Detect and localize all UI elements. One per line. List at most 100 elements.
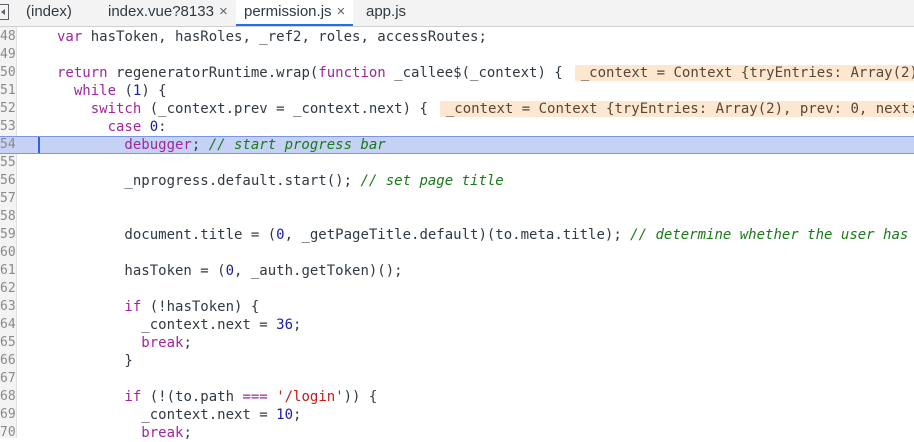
line-number[interactable]: 66: [0, 352, 16, 370]
tab-label: (index): [26, 3, 72, 20]
code-token: (!(to.path: [141, 389, 243, 405]
code-line[interactable]: 56 _nprogress.default.start(); // set pa…: [0, 172, 914, 190]
code-line[interactable]: 69 _context.next = 10;: [0, 406, 914, 424]
code-line[interactable]: 64 _context.next = 36;: [0, 316, 914, 334]
line-number[interactable]: 69: [0, 406, 16, 424]
code-line[interactable]: 68 if (!(to.path === '/login')) {: [0, 388, 914, 406]
code-token: while: [57, 83, 117, 99]
code-token: 0: [149, 119, 159, 135]
close-icon[interactable]: ×: [337, 3, 346, 20]
line-number[interactable]: 57: [0, 190, 16, 208]
code-line[interactable]: 57: [0, 190, 914, 208]
code-line[interactable]: 67: [0, 370, 914, 388]
tab-app-js[interactable]: app.js: [366, 0, 406, 26]
inline-variable-value[interactable]: _context = Context {tryEntries: Array(2)…: [574, 65, 914, 81]
code-token: break: [57, 335, 184, 351]
code-token: }: [57, 353, 133, 369]
code-line[interactable]: 63 if (!hasToken) {: [0, 298, 914, 316]
code-line[interactable]: 62: [0, 280, 914, 298]
code-token: // start progress bar: [208, 137, 386, 153]
code-token: var: [57, 29, 83, 45]
line-number[interactable]: 64: [0, 316, 16, 334]
code-token: ===: [242, 389, 268, 405]
code-line[interactable]: 53 case 0:: [0, 118, 914, 136]
line-number[interactable]: 60: [0, 244, 16, 262]
code-text: if (!(to.path === '/login')) {: [57, 388, 377, 406]
line-number[interactable]: 61: [0, 262, 16, 280]
line-number[interactable]: 53: [0, 118, 16, 136]
code-token: _callee$(_context) {: [385, 65, 563, 81]
code-token: ;: [183, 425, 192, 441]
line-number[interactable]: 62: [0, 280, 16, 298]
code-token: _context.next =: [57, 317, 277, 333]
code-token: hasToken = (: [57, 263, 226, 279]
editor-tab-bar: (index) index.vue?8133 × permission.js × a…: [0, 0, 914, 27]
code-token: hasToken, hasRoles, _ref2, roles, access…: [82, 29, 487, 45]
code-text: case 0:: [57, 118, 167, 136]
tab-index[interactable]: (index): [26, 0, 72, 26]
code-text: while (1) {: [57, 82, 167, 100]
code-line[interactable]: 60: [0, 244, 914, 262]
tab-label: app.js: [366, 3, 407, 20]
line-number[interactable]: 49: [0, 46, 16, 64]
inline-variable-value[interactable]: _context = Context {tryEntries: Array(2)…: [439, 101, 914, 117]
line-number[interactable]: 52: [0, 100, 16, 118]
line-number[interactable]: 54: [0, 137, 16, 153]
tab-label: index.vue?8133: [108, 3, 214, 20]
code-line[interactable]: 58: [0, 208, 914, 226]
code-line[interactable]: 55: [0, 154, 914, 172]
code-line[interactable]: 61 hasToken = (0, _auth.getToken)();: [0, 262, 914, 280]
code-token: (!hasToken) {: [141, 299, 260, 315]
code-text: return regeneratorRuntime.wrap(function …: [57, 64, 914, 82]
code-line[interactable]: 70 break;: [0, 424, 914, 442]
code-token: function: [318, 65, 386, 81]
code-token: ) {: [141, 83, 167, 99]
code-token: ;: [183, 335, 192, 351]
code-line[interactable]: 52 switch (_context.prev = _context.next…: [0, 100, 914, 118]
code-token: // set page title: [360, 173, 504, 189]
code-token: regeneratorRuntime.wrap(: [107, 65, 319, 81]
code-line[interactable]: 50 return regeneratorRuntime.wrap(functio…: [0, 64, 914, 82]
code-line[interactable]: 48 var hasToken, hasRoles, _ref2, roles, …: [0, 28, 914, 46]
code-token: break: [57, 425, 184, 441]
line-number[interactable]: 67: [0, 370, 16, 388]
line-number[interactable]: 48: [0, 28, 16, 46]
tab-index-vue[interactable]: index.vue?8133 ×: [108, 0, 228, 26]
code-token: '/login': [276, 389, 344, 405]
line-number[interactable]: 65: [0, 334, 16, 352]
code-token: if: [57, 389, 142, 405]
line-number[interactable]: 70: [0, 424, 16, 442]
code-line[interactable]: 49: [0, 46, 914, 64]
line-number[interactable]: 68: [0, 388, 16, 406]
line-number[interactable]: 58: [0, 208, 16, 226]
code-text: document.title = (0, _getPageTitle.defau…: [57, 226, 914, 244]
code-token: document.title = (: [57, 227, 277, 243]
line-number[interactable]: 59: [0, 226, 16, 244]
code-text: hasToken = (0, _auth.getToken)();: [57, 262, 402, 280]
code-line[interactable]: 59 document.title = (0, _getPageTitle.de…: [0, 226, 914, 244]
code-token: _context.next =: [57, 407, 277, 423]
line-number[interactable]: 51: [0, 82, 16, 100]
line-number[interactable]: 50: [0, 64, 16, 82]
toggle-navigator-icon[interactable]: [0, 4, 9, 20]
code-line[interactable]: 66 }: [0, 352, 914, 370]
code-text: debugger; // start progress bar: [57, 137, 386, 153]
line-number[interactable]: 55: [0, 154, 16, 172]
code-token: 10: [276, 407, 294, 423]
code-token: ;: [191, 137, 209, 153]
code-token: debugger: [57, 137, 192, 153]
current-execution-line[interactable]: 54 debugger; // start progress bar: [0, 136, 914, 154]
code-token: (_context.prev = _context.next) {: [141, 101, 428, 117]
code-line[interactable]: 65 break;: [0, 334, 914, 352]
tab-permission-js[interactable]: permission.js ×: [236, 0, 354, 26]
code-text: switch (_context.prev = _context.next) {…: [57, 100, 914, 118]
code-text: _context.next = 36;: [57, 316, 301, 334]
close-icon[interactable]: ×: [219, 3, 228, 20]
code-line[interactable]: 51 while (1) {: [0, 82, 914, 100]
tab-label: permission.js: [244, 3, 332, 20]
line-number[interactable]: 56: [0, 172, 16, 190]
code-text: break;: [57, 424, 192, 442]
line-number[interactable]: 63: [0, 298, 16, 316]
code-token: 0: [276, 227, 285, 243]
